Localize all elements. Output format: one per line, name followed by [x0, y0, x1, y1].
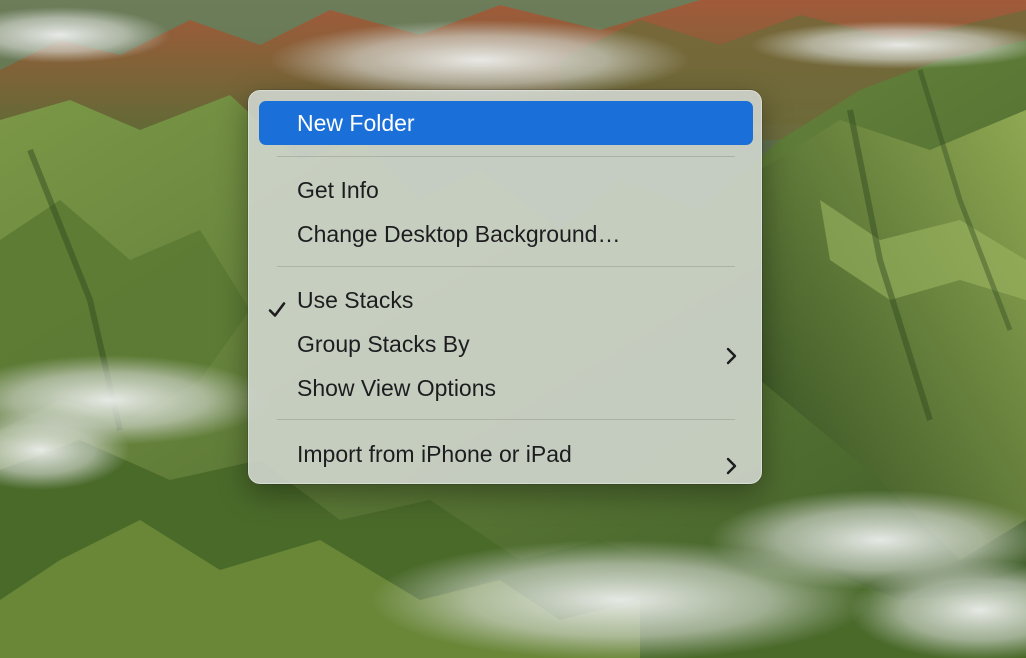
menu-item-change-desktop-background[interactable]: Change Desktop Background… — [259, 212, 753, 256]
chevron-right-icon — [725, 335, 737, 365]
menu-item-show-view-options[interactable]: Show View Options — [259, 366, 753, 410]
menu-item-label: Use Stacks — [297, 287, 414, 313]
menu-item-new-folder[interactable]: New Folder — [259, 101, 753, 145]
menu-item-import-from-iphone-or-ipad[interactable]: Import from iPhone or iPad — [259, 432, 753, 476]
menu-item-get-info[interactable]: Get Info — [259, 168, 753, 212]
menu-item-label: Change Desktop Background… — [297, 221, 621, 247]
desktop-context-menu: New Folder Get Info Change Desktop Backg… — [248, 90, 762, 484]
menu-item-label: Show View Options — [297, 375, 497, 401]
menu-separator — [277, 156, 735, 157]
menu-separator — [277, 266, 735, 267]
menu-item-label: Group Stacks By — [297, 331, 470, 357]
menu-separator — [277, 419, 735, 420]
menu-item-label: Import from iPhone or iPad — [297, 441, 572, 467]
menu-item-group-stacks-by[interactable]: Group Stacks By — [259, 322, 753, 366]
menu-item-use-stacks[interactable]: Use Stacks — [259, 278, 753, 322]
checkmark-icon — [267, 290, 287, 317]
chevron-right-icon — [725, 445, 737, 475]
menu-item-label: Get Info — [297, 177, 379, 203]
menu-item-label: New Folder — [297, 110, 415, 136]
